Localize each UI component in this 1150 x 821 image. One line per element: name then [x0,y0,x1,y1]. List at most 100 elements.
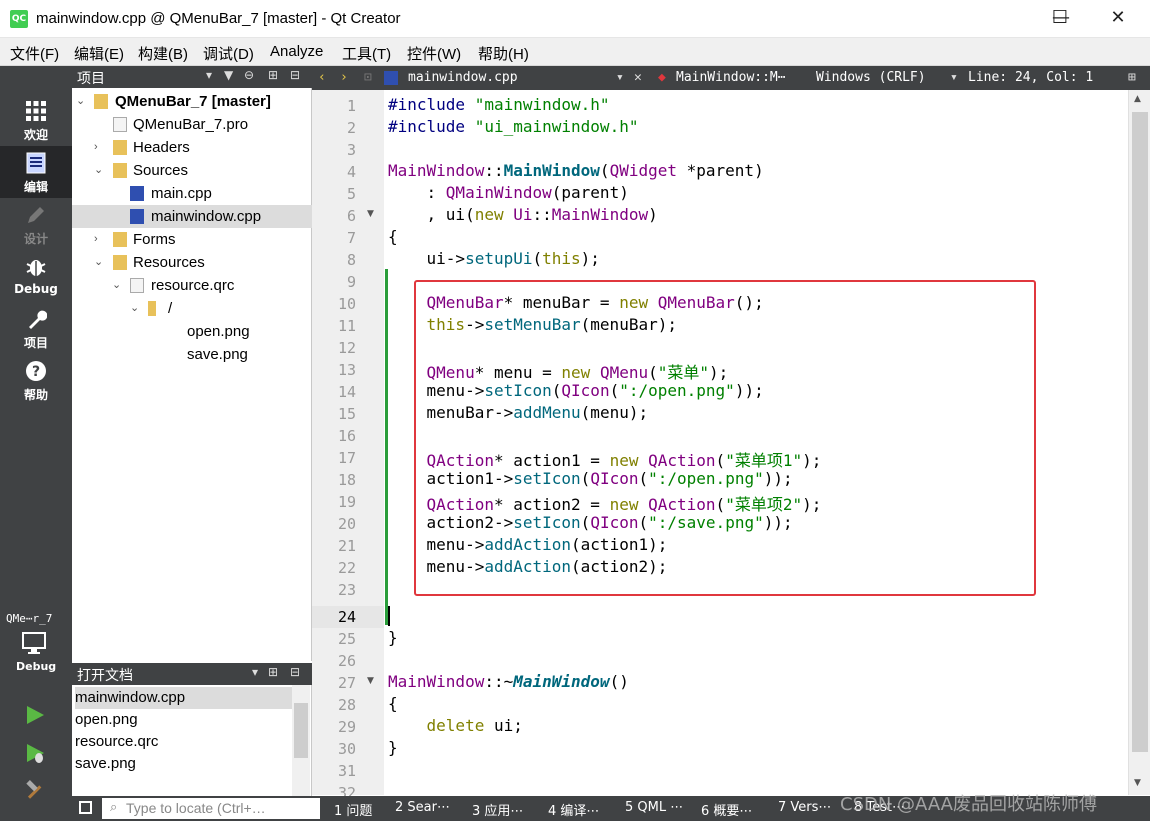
line-number: 22 [337,559,356,577]
help-icon: ? [24,360,48,384]
chevron-down-icon[interactable]: ⌄ [112,274,124,297]
back-arrow-icon[interactable]: ‹ [318,70,326,85]
chevron-down-icon[interactable]: ⌄ [94,159,106,182]
line-number: 31 [337,762,356,780]
fold-marker-icon[interactable]: ▼ [367,209,374,219]
debug-run-button[interactable] [24,742,46,768]
close-pane-icon[interactable]: ⊟ [290,665,300,679]
open-doc-item[interactable]: open.png [75,709,293,731]
line-number: 14 [337,383,356,401]
open-docs-scrollbar[interactable] [292,685,310,796]
symbol-selector[interactable]: MainWindow::M⋯ [676,70,786,85]
chevron-down-icon[interactable]: ▾ [616,70,624,85]
mode-edit[interactable]: 编辑 [0,146,72,198]
forward-arrow-icon[interactable]: › [340,70,348,85]
close-pane-icon[interactable]: ⊟ [290,68,300,82]
minimize-button-alt[interactable] [978,0,1024,38]
menu-tools[interactable]: 工具(T) [342,43,391,64]
output-pane-qml[interactable]: 5 QML ⋯ [625,800,683,815]
tree-headers[interactable]: › Headers [72,136,312,159]
chevron-down-icon[interactable]: ⌄ [76,90,88,113]
editor-file-name[interactable]: mainwindow.cpp [408,70,518,85]
line-number: 17 [337,449,356,467]
tree-mainwindow-cpp[interactable]: mainwindow.cpp [72,205,312,228]
tree-sources[interactable]: ⌄ Sources [72,159,312,182]
line-number: 13 [337,361,356,379]
line-number: 20 [337,515,356,533]
tree-save-png[interactable]: save.png [72,343,312,366]
locator-input[interactable]: Type to locate (Ctrl+… [102,798,320,819]
changed-lines-marker [385,269,388,625]
chevron-right-icon[interactable]: › [94,136,106,159]
tree-resource-qrc[interactable]: ⌄ resource.qrc [72,274,312,297]
run-button[interactable] [24,704,46,730]
menu-edit[interactable]: 编辑(E) [74,43,124,64]
open-doc-item[interactable]: resource.qrc [75,731,293,753]
menu-analyze[interactable]: Analyze [270,43,323,60]
close-document-icon[interactable]: ✕ [634,70,642,85]
chevron-right-icon[interactable]: › [94,228,106,251]
tree-prefix-root[interactable]: ⌄ / [72,297,312,320]
maximize-button[interactable]: ☐ [1037,0,1083,38]
line-ending-selector[interactable]: Windows (CRLF) [816,70,926,85]
mode-welcome[interactable]: 欢迎 [0,94,72,146]
tree-pro-file[interactable]: QMenuBar_7.pro [72,113,312,136]
close-button[interactable]: ✕ [1095,0,1141,38]
tree-project-root[interactable]: ⌄ QMenuBar_7 [master] [72,90,312,113]
menu-file[interactable]: 文件(F) [10,43,59,64]
editor-toolbar: ‹ › ⊡ mainwindow.cpp ▾ ✕ ◆ MainWindow::M… [312,66,1150,90]
filter-icon[interactable]: ▼ [224,68,233,82]
mode-help[interactable]: ? 帮助 [0,354,72,406]
mode-design[interactable]: 设计 [0,198,72,250]
open-doc-item[interactable]: save.png [75,753,293,775]
output-pane-issues[interactable]: 1 问题 [334,800,372,819]
scroll-down-icon[interactable]: ▼ [1134,778,1141,788]
build-button[interactable] [24,780,46,806]
tree-forms[interactable]: › Forms [72,228,312,251]
debug-run-icon [27,744,44,763]
current-line-number: 24 [312,606,384,628]
output-pane-summary[interactable]: 6 概要⋯ [701,800,752,819]
menu-controls[interactable]: 控件(W) [407,43,461,64]
chevron-down-icon[interactable]: ▾ [252,665,258,679]
tree-main-cpp[interactable]: main.cpp [72,182,312,205]
output-pane-application[interactable]: 3 应用⋯ [472,800,523,819]
kit-name: QMe⋯r_7 [6,612,53,625]
highlight-annotation-box [414,280,1036,596]
scrollbar-thumb[interactable] [294,703,308,758]
tree-resources[interactable]: ⌄ Resources [72,251,312,274]
menu-bar: 文件(F) 编辑(E) 构建(B) 调试(D) Analyze 工具(T) 控件… [0,38,1150,66]
grid-icon [24,100,48,124]
cpp-file-icon [384,71,398,85]
scroll-up-icon[interactable]: ▲ [1134,94,1141,104]
menu-help[interactable]: 帮助(H) [478,43,529,64]
scrollbar-thumb[interactable] [1132,112,1148,752]
fold-marker-icon[interactable]: ▼ [367,676,374,686]
toggle-sidebar-icon[interactable] [79,801,92,814]
split-icon[interactable]: ⊞ [1128,70,1136,85]
chevron-down-icon[interactable]: ⌄ [94,251,106,274]
qt-creator-logo-icon: QC [10,10,28,28]
line-number: 30 [337,740,356,758]
chevron-down-icon[interactable]: ▾ [206,68,212,82]
link-icon[interactable]: ⊖ [244,68,254,82]
qrc-file-icon [130,278,144,293]
split-icon[interactable]: ⊞ [268,665,278,679]
editor-scrollbar[interactable]: ▲ ▼ [1128,90,1150,795]
output-pane-search[interactable]: 2 Sear⋯ [395,800,450,815]
menu-build[interactable]: 构建(B) [138,43,188,64]
menu-debug[interactable]: 调试(D) [203,43,254,64]
open-doc-item[interactable]: mainwindow.cpp [75,687,293,709]
chevron-down-icon[interactable]: ▾ [950,70,958,85]
split-icon[interactable]: ⊞ [268,68,278,82]
tree-open-png[interactable]: open.png [72,320,312,343]
output-pane-compile[interactable]: 4 编译⋯ [548,800,599,819]
chevron-down-icon[interactable]: ⌄ [130,297,142,320]
window-title: mainwindow.cpp @ QMenuBar_7 [master] - Q… [36,10,401,27]
mode-debug[interactable]: Debug [0,250,72,302]
cursor-position[interactable]: Line: 24, Col: 1 [968,70,1093,85]
line-number: 9 [346,273,356,291]
open-documents-title: 打开文档 [77,668,133,684]
mode-projects[interactable]: 项目 [0,302,72,354]
output-pane-version[interactable]: 7 Vers⋯ [778,800,831,815]
